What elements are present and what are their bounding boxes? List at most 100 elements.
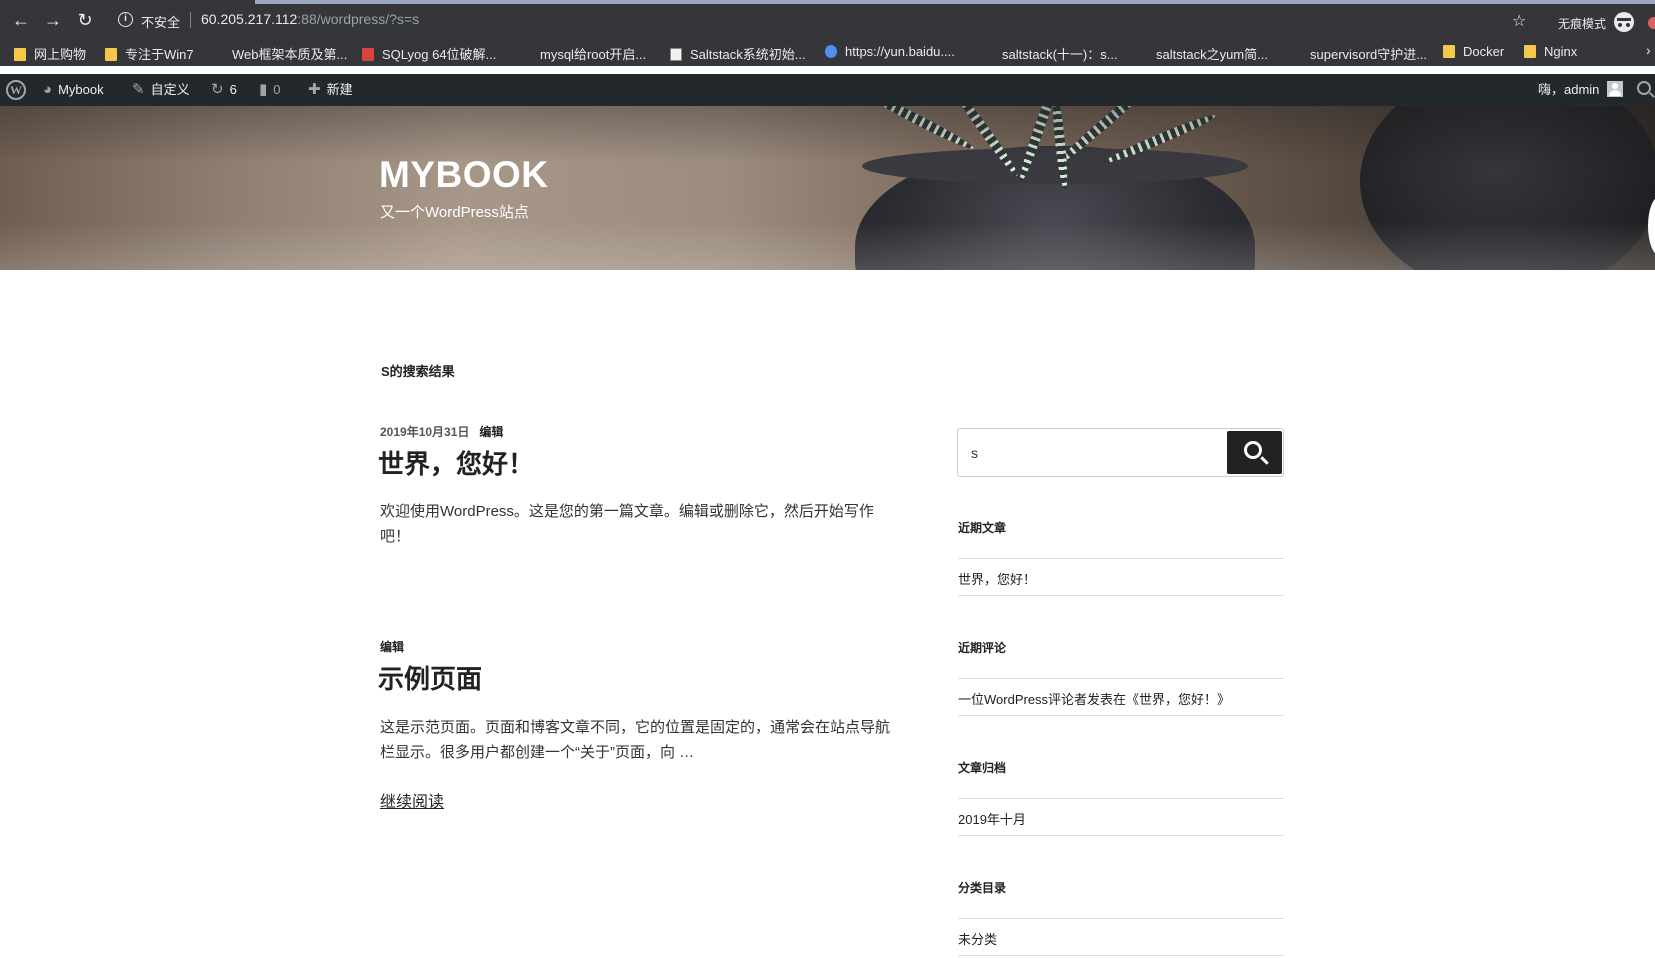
edit-link[interactable]: 编辑 [380, 640, 404, 654]
admin-updates[interactable]: ↻ 6 [211, 74, 237, 106]
comments-count: 0 [273, 82, 281, 97]
site-icon [362, 48, 374, 61]
security-status[interactable]: 不安全 [141, 12, 180, 31]
widget-title-recent-comments: 近期评论 [958, 641, 1007, 655]
category-link[interactable]: 未分类 [958, 929, 997, 948]
greeting-label: 嗨，admin [1538, 82, 1600, 97]
search-button[interactable] [1227, 431, 1282, 474]
page-icon [982, 48, 994, 61]
site-title[interactable]: MYBOOK [379, 156, 549, 193]
read-more-link[interactable]: 继续阅读 [380, 788, 444, 812]
bookmark-item[interactable]: SQLyog 64位破解... [362, 44, 496, 63]
site-icon [670, 48, 682, 61]
admin-search-icon[interactable] [1637, 81, 1651, 95]
address-bar[interactable]: i 不安全 60.205.217.112:88/wordpress/?s=s [110, 7, 1540, 33]
url-host[interactable]: 60.205.217.112 [201, 11, 297, 27]
wp-admin-bar: W ◕ Mybook ✎ 自定义 ↻ 6 ▮ 0 ✚ 新建 嗨，admin [0, 74, 1655, 106]
recent-comment-link[interactable]: 一位WordPress评论者发表在《世界，您好！》 [958, 689, 1230, 708]
page-icon [1290, 48, 1302, 61]
post-title[interactable]: 示例页面 [378, 659, 482, 696]
bookmark-item[interactable]: mysql给root开启... [520, 44, 646, 63]
browser-toolbar: ← → ↻ i 不安全 60.205.217.112:88/wordpress/… [0, 4, 1655, 36]
bookmark-label: Saltstack系统初始... [690, 47, 806, 62]
cloud-icon [825, 45, 837, 58]
bookmark-item[interactable]: supervisord守护进... [1290, 44, 1427, 63]
bookmark-item[interactable]: Web框架本质及第... [212, 44, 347, 63]
post-date[interactable]: 2019年10月31日 [380, 425, 469, 439]
wordpress-logo-icon[interactable]: W [6, 80, 26, 100]
folder-icon [14, 48, 26, 61]
forward-arrow-icon[interactable]: → [41, 8, 65, 32]
comment-icon: ▮ [259, 81, 268, 98]
edit-link[interactable]: 编辑 [479, 425, 503, 439]
post-excerpt: 欢迎使用WordPress。这是您的第一篇文章。编辑或删除它，然后开始写作吧！ [380, 503, 874, 545]
user-avatar-icon [1607, 81, 1624, 97]
admin-site-name[interactable]: ◕ Mybook [43, 74, 104, 106]
bookmark-label: Web框架本质及第... [232, 47, 348, 62]
back-arrow-icon[interactable]: ← [9, 8, 33, 32]
profile-icon[interactable] [1648, 17, 1655, 29]
site-tagline: 又一个WordPress站点 [380, 204, 529, 221]
bookmark-label: saltstack(十一)：s... [1002, 47, 1118, 62]
info-icon[interactable]: i [118, 12, 133, 27]
bookmark-item[interactable]: 专注于Win7 [105, 44, 194, 63]
bookmark-item[interactable]: saltstack之yum简... [1136, 44, 1268, 63]
post-title[interactable]: 世界，您好！ [378, 444, 534, 481]
bookmark-item[interactable]: saltstack(十一)：s... [982, 44, 1118, 63]
site-name-label: Mybook [58, 82, 104, 97]
widget-divider [958, 558, 1284, 559]
widget-title-recent-posts: 近期文章 [958, 521, 1007, 535]
plus-icon: ✚ [308, 81, 321, 98]
post-excerpt: 这是示范页面。页面和博客文章不同，它的位置是固定的，通常会在站点导航栏显示。很多… [380, 719, 891, 761]
widget-divider [958, 798, 1284, 799]
admin-customize[interactable]: ✎ 自定义 [132, 74, 190, 106]
omnibox-divider [190, 12, 191, 28]
page-icon [520, 48, 532, 61]
bookmark-item[interactable]: Docker [1443, 44, 1504, 59]
brush-icon: ✎ [132, 81, 145, 98]
incognito-label[interactable]: 无痕模式 [1558, 15, 1606, 32]
header-image-shade [0, 106, 1655, 270]
widget-divider [958, 595, 1284, 596]
folder-icon [1443, 45, 1455, 58]
bookmarks-overflow-icon[interactable]: › [1646, 42, 1651, 58]
recent-post-link[interactable]: 世界，您好！ [958, 569, 1036, 588]
archive-link[interactable]: 2019年十月 [958, 809, 1026, 828]
bookmark-item[interactable]: Saltstack系统初始... [670, 44, 806, 63]
page-title: S的搜索结果 [381, 364, 455, 379]
widget-title-archives: 文章归档 [958, 761, 1007, 775]
customize-label: 自定义 [150, 82, 190, 97]
url-text[interactable]: 60.205.217.112:88/wordpress/?s=s [201, 11, 419, 27]
folder-icon [1524, 45, 1536, 58]
bookmark-label: 专注于Win7 [125, 47, 194, 62]
bookmark-item[interactable]: Nginx [1524, 44, 1577, 59]
admin-new-content[interactable]: ✚ 新建 [308, 74, 353, 106]
search-input[interactable] [958, 429, 1223, 476]
admin-comments[interactable]: ▮ 0 [259, 74, 281, 106]
page-icon [212, 48, 224, 61]
updates-count: 6 [229, 82, 237, 97]
widget-title-categories: 分类目录 [958, 881, 1007, 895]
bookmark-item[interactable]: 网上购物 [14, 44, 86, 63]
new-label: 新建 [326, 82, 353, 97]
url-path[interactable]: :88/wordpress/?s=s [297, 11, 419, 27]
bookmark-star-icon[interactable]: ☆ [1512, 11, 1526, 31]
incognito-icon[interactable] [1614, 12, 1634, 32]
post-meta: 2019年10月31日 编辑 [380, 423, 503, 440]
dashboard-icon: ◕ [43, 81, 53, 98]
admin-account-menu[interactable]: 嗨，admin [1538, 74, 1624, 106]
site-header: MYBOOK 又一个WordPress站点 [0, 106, 1655, 270]
post-meta: 编辑 [380, 638, 404, 655]
widget-divider [958, 955, 1284, 956]
bookmark-label: mysql给root开启... [540, 47, 647, 62]
updates-icon: ↻ [211, 81, 224, 98]
bookmark-label: saltstack之yum简... [1156, 47, 1268, 62]
bookmark-label: SQLyog 64位破解... [382, 47, 497, 62]
widget-divider [958, 835, 1284, 836]
bookmark-item[interactable]: https://yun.baidu.... [825, 44, 955, 59]
folder-icon [105, 48, 117, 61]
bookmark-label: 网上购物 [34, 47, 87, 62]
bookmark-label: supervisord守护进... [1310, 47, 1428, 62]
widget-divider [958, 918, 1284, 919]
reload-icon[interactable]: ↻ [73, 8, 97, 32]
